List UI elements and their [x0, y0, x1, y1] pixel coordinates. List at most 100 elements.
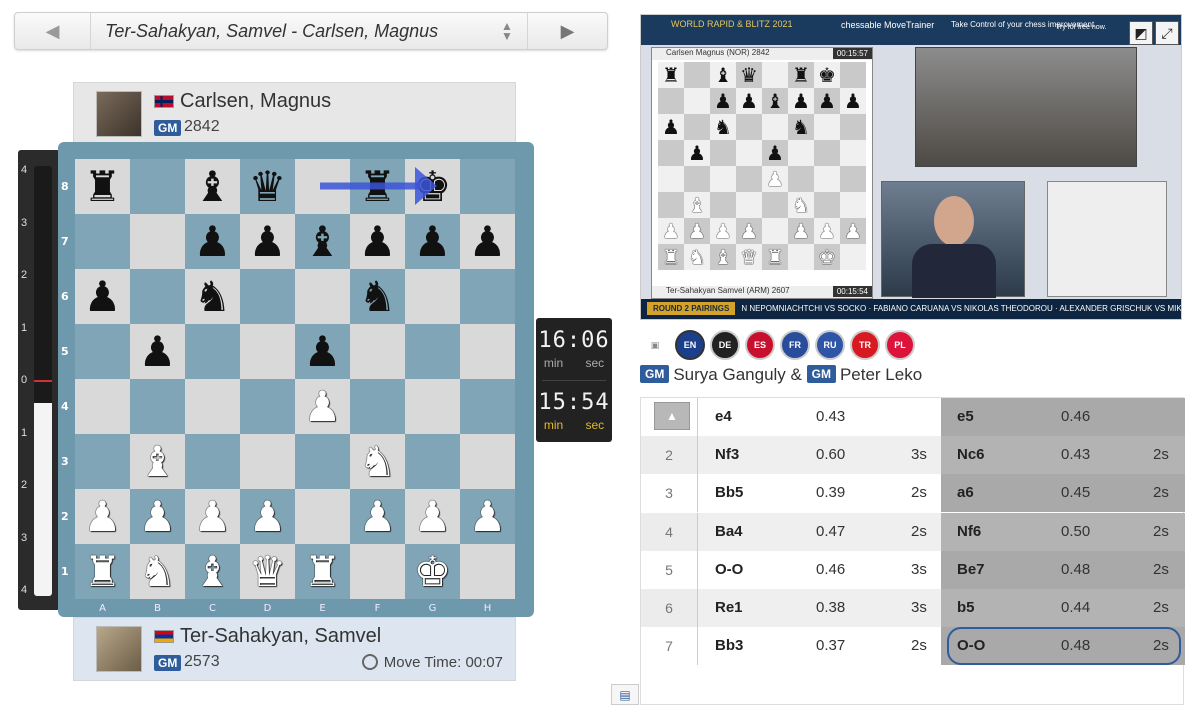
- video-square: ♟: [710, 218, 736, 244]
- video-square: ♞: [684, 244, 710, 270]
- black-move-eval: 0.48: [1061, 560, 1091, 578]
- video-square: ♝: [762, 88, 788, 114]
- evaluation-marker: [34, 380, 52, 382]
- video-square: [840, 114, 866, 140]
- video-square: [762, 218, 788, 244]
- video-square: ♟: [736, 88, 762, 114]
- clock-bottom-time: 15:54: [538, 390, 610, 415]
- video-square: ♞: [710, 114, 736, 140]
- move-row: 2 Nf3 0.60 3s Nc6 0.43 2s: [641, 436, 1185, 475]
- video-square: ♝: [684, 192, 710, 218]
- video-square: [684, 114, 710, 140]
- white-move-eval: 0.39: [816, 484, 846, 502]
- rank-label: 6: [61, 290, 69, 303]
- clock-bottom-min-label: min: [543, 418, 564, 432]
- move-list: ▲ e4 0.43 e5 0.46 2 Nf3 0.60 3s Nc6 0.43 2s 3 Bb5 0.39…: [640, 397, 1185, 705]
- black-move[interactable]: Nf6: [957, 513, 981, 551]
- white-move[interactable]: Re1: [715, 589, 743, 627]
- evaluation-tick: 4: [21, 584, 28, 596]
- fr-flag-icon[interactable]: FR: [780, 330, 810, 360]
- white-move-eval: 0.46: [816, 560, 846, 578]
- black-move-eval: 0.50: [1061, 522, 1091, 540]
- uk-flag-icon[interactable]: EN: [675, 330, 705, 360]
- white-move[interactable]: Bb5: [715, 474, 743, 512]
- best-move-arrow: [320, 167, 437, 205]
- video-square: ♟: [736, 218, 762, 244]
- white-move[interactable]: Ba4: [715, 513, 743, 551]
- video-square: [736, 114, 762, 140]
- video-square: ♟: [814, 88, 840, 114]
- move-row: 6 Re1 0.38 3s b5 0.44 2s: [641, 589, 1185, 627]
- player-rating: 2842: [184, 118, 220, 135]
- video-square: [710, 166, 736, 192]
- move-row: 3 Bb5 0.39 2s a6 0.45 2s: [641, 474, 1185, 513]
- move-time-label: Move Time:: [383, 654, 462, 671]
- video-square: [658, 192, 684, 218]
- evaluation-tick: 4: [21, 164, 28, 176]
- tr-flag-icon[interactable]: TR: [850, 330, 880, 360]
- previous-game-button[interactable]: ◀: [15, 13, 91, 49]
- fullscreen-video-button[interactable]: ⤢: [1155, 21, 1179, 45]
- video-square: ♟: [788, 218, 814, 244]
- black-move-eval: 0.43: [1061, 446, 1091, 464]
- white-move[interactable]: e4: [715, 398, 732, 436]
- rank-label: 4: [61, 400, 69, 413]
- commentator-name: Peter Leko: [839, 365, 923, 384]
- black-move-time: 2s: [1153, 599, 1169, 616]
- evaluation-tick: 3: [21, 531, 28, 544]
- video-square: [736, 192, 762, 218]
- evaluation-white-fill: [34, 402, 52, 596]
- game-selector[interactable]: ◀ Ter-Sahakyan, Samvel - Carlsen, Magnus…: [14, 12, 608, 50]
- player-face: [934, 196, 974, 246]
- white-move[interactable]: O-O: [715, 551, 743, 589]
- de-flag-icon[interactable]: DE: [710, 330, 740, 360]
- rank-label: 3: [61, 455, 69, 468]
- video-player[interactable]: WORLD RAPID & BLITZ 2021 chessable MoveT…: [640, 14, 1182, 320]
- video-square: ♚: [814, 62, 840, 88]
- video-square: [814, 166, 840, 192]
- white-move-time: 2s: [911, 522, 927, 540]
- game-selector-title[interactable]: Ter-Sahakyan, Samvel - Carlsen, Magnus: [91, 21, 487, 42]
- chess-board-frame: ♜8♝♛♜♚7♟♟♝♟♟♟♟6♞♞5♟♟4♟3♝♞♟2♟♟♟♟♟♟♜1A♞B♝C…: [58, 142, 534, 617]
- white-move[interactable]: Bb3: [715, 627, 743, 665]
- video-square: ♛: [736, 244, 762, 270]
- video-square: ♟: [840, 218, 866, 244]
- move-row: 5 O-O 0.46 3s Be7 0.48 2s: [641, 550, 1185, 589]
- black-move[interactable]: Be7: [957, 551, 985, 589]
- collapse-moves-button[interactable]: ▲: [654, 402, 690, 430]
- move-number: 3: [641, 474, 698, 513]
- pl-flag-icon[interactable]: PL: [885, 330, 915, 360]
- video-square: [762, 192, 788, 218]
- black-move[interactable]: Nc6: [957, 436, 985, 474]
- player-name[interactable]: Ter-Sahakyan, Samvel: [180, 625, 381, 648]
- file-label: B: [154, 603, 161, 614]
- clock-divider: [542, 380, 606, 381]
- game-clock: 16:06 min sec 15:54 min sec: [536, 318, 612, 442]
- black-move[interactable]: a6: [957, 474, 974, 512]
- video-mini-board: ♜ ♝ ♛ ♜ ♚ ♟ ♟ ♝ ♟ ♟ ♟ ♟ ♞ ♞ ♟ ♟ ♟ ♝ ♞ ♟ ♟ ♟ ♟ ♟ ♟ ♟ ♜ ♞ ♝ ♛ ♜ ♚: [658, 62, 866, 270]
- move-row: ▲ e4 0.43 e5 0.46: [641, 398, 1185, 436]
- rank-label: 7: [61, 235, 69, 248]
- player-name[interactable]: Carlsen, Magnus: [180, 90, 331, 113]
- player-body: [912, 244, 996, 298]
- ru-flag-icon[interactable]: RU: [815, 330, 845, 360]
- video-square: ♝: [710, 244, 736, 270]
- move-number: 2: [641, 436, 698, 475]
- next-game-button[interactable]: ▶: [527, 13, 607, 49]
- dropdown-updown-icon[interactable]: ▲ ▼: [487, 20, 527, 42]
- white-move[interactable]: Nf3: [715, 436, 739, 474]
- player-avatar: [96, 626, 142, 672]
- popout-video-button[interactable]: ◩: [1129, 21, 1153, 45]
- video-square: ♟: [710, 88, 736, 114]
- camera-icon[interactable]: ▣: [640, 330, 670, 360]
- evaluation-tick: 2: [21, 479, 28, 491]
- video-square: [710, 140, 736, 166]
- black-move[interactable]: e5: [957, 398, 974, 436]
- sponsor-cta: Try for free now.: [1056, 24, 1107, 31]
- black-move[interactable]: b5: [957, 589, 975, 627]
- video-square: [684, 62, 710, 88]
- notes-button[interactable]: ▤: [611, 684, 639, 705]
- es-flag-icon[interactable]: ES: [745, 330, 775, 360]
- event-logo: WORLD RAPID & BLITZ 2021: [671, 19, 793, 29]
- video-square: [840, 192, 866, 218]
